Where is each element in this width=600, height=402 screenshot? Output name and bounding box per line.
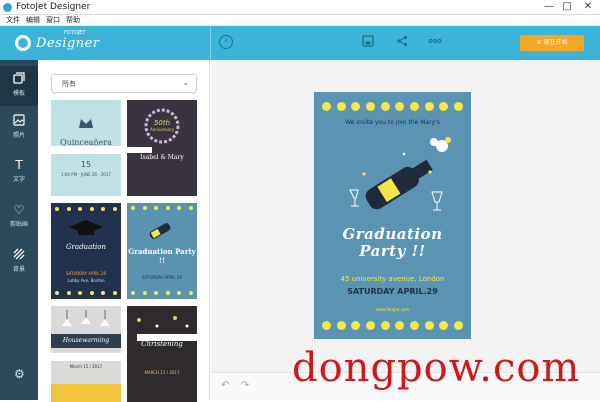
- title-bar: FotoJet Designer — □ ✕: [0, 0, 600, 15]
- template-icon: [12, 72, 26, 86]
- save-icon[interactable]: [361, 35, 375, 49]
- window-title: FotoJet Designer: [16, 2, 91, 12]
- headline-line-1: Graduation: [342, 225, 443, 243]
- template-title: Graduation Party !!: [128, 247, 196, 265]
- poster-address[interactable]: 45 university avenue, London: [314, 275, 471, 283]
- overlay-bar: [51, 146, 121, 154]
- maximize-button[interactable]: □: [558, 0, 576, 14]
- template-thumbnail[interactable]: Graduation Party !! SATURDAY APRIL.29: [127, 203, 197, 299]
- template-title: Christening: [141, 340, 183, 348]
- sidebar-item-label: 模板: [12, 90, 25, 97]
- undo-icon[interactable]: ↶: [221, 380, 229, 391]
- start-now-button[interactable]: ♛ 现在开始: [520, 35, 584, 51]
- app-logo[interactable]: FOTOJET Designer: [12, 30, 99, 54]
- settings-icon[interactable]: ⚙: [14, 367, 25, 381]
- sidebar-item-label: 照片: [12, 132, 25, 139]
- chevron-down-icon: ⌄: [182, 78, 189, 87]
- dots-row: [55, 291, 117, 295]
- logo-text: Designer: [36, 36, 100, 51]
- overlay-bar: [51, 353, 121, 361]
- template-date: March 15 / 2017: [69, 364, 103, 369]
- app-header: FOTOJET Designer ‹ ♛ 现在开始: [0, 26, 600, 60]
- lamp-icon: [51, 310, 121, 332]
- template-subtitle: Anniversary: [150, 127, 174, 132]
- window-controls: — □ ✕: [540, 0, 600, 14]
- template-thumbnail[interactable]: 50th Anniversary Isabel & Mary: [127, 100, 197, 196]
- photo-icon: [12, 114, 26, 128]
- tool-sidebar: 模板 照片 T 文字 ♡ 剪贴画 背景 ⚙: [0, 60, 38, 400]
- template-title: Graduation: [65, 243, 107, 251]
- sidebar-item-label: 背景: [12, 266, 25, 273]
- sidebar-item-photo[interactable]: 照片: [0, 108, 38, 148]
- menu-file[interactable]: 文件: [6, 15, 20, 25]
- app-icon: [3, 3, 12, 12]
- menu-edit[interactable]: 编辑: [26, 15, 40, 25]
- sofa-graphic: [51, 384, 121, 402]
- logo-mark-icon: [15, 35, 31, 51]
- template-subtitle: 1:00 PM · JUNE 26 · 2017: [61, 172, 111, 177]
- template-thumbnail[interactable]: Housewarming March 15 / 2017: [51, 306, 121, 402]
- template-title: Isabel & Mary: [140, 154, 184, 161]
- more-icon[interactable]: [428, 35, 442, 49]
- poster-headline[interactable]: Graduation Party !!: [314, 226, 471, 260]
- template-thumbnail[interactable]: Graduation SATURDAY APRIL 29 Lobby Ave, …: [51, 203, 121, 299]
- template-date: SATURDAY APRIL 29: [65, 271, 107, 276]
- dots-row: [131, 291, 193, 295]
- sidebar-item-label: 文字: [12, 176, 25, 183]
- template-number: 50th: [153, 119, 171, 127]
- crown-icon: [51, 114, 121, 132]
- watermark-text: dongpow.com: [292, 345, 581, 391]
- dots-row: [131, 206, 193, 210]
- sidebar-item-background[interactable]: 背景: [0, 242, 38, 282]
- poster-site[interactable]: www.fotojet.com: [314, 307, 471, 312]
- text-icon: T: [15, 158, 23, 172]
- poster-date[interactable]: SATURDAY APRIL.29: [314, 287, 471, 296]
- template-thumbnail[interactable]: Quinceañera 15 1:00 PM · JUNE 26 · 2017: [51, 100, 121, 196]
- template-thumbnail[interactable]: Christening MARCH 11 / 2017: [127, 306, 197, 402]
- template-title: Housewarming: [62, 337, 110, 344]
- template-subtitle: Lobby Ave, Boston: [67, 278, 105, 283]
- headline-line-2: Party !!: [359, 242, 426, 260]
- poster-invite-text[interactable]: We invite you to join the Mary's: [314, 119, 471, 126]
- share-icon[interactable]: [395, 35, 409, 49]
- template-number: 15: [80, 160, 92, 169]
- dots-row: [55, 207, 117, 211]
- sidebar-item-text[interactable]: T 文字: [0, 152, 38, 192]
- back-icon[interactable]: ‹: [219, 35, 233, 49]
- champagne-icon: [127, 215, 197, 245]
- crown-icon: ♛: [536, 39, 542, 46]
- template-panel: 所有 ⌄ Quinceañera 15 1:00 PM · JUNE 26 · …: [38, 60, 210, 402]
- template-date: MARCH 11 / 2017: [144, 370, 180, 375]
- redo-icon[interactable]: ↷: [241, 380, 249, 391]
- minimize-button[interactable]: —: [540, 0, 558, 14]
- graduation-cap-icon: [51, 217, 121, 241]
- overlay-bar: [127, 147, 152, 153]
- poster-dots-bottom: [322, 321, 463, 330]
- sidebar-item-template[interactable]: 模板: [0, 66, 38, 106]
- clipart-icon: ♡: [13, 203, 25, 217]
- poster-dots-top: [322, 102, 463, 111]
- sidebar-item-clipart[interactable]: ♡ 剪贴画: [0, 197, 38, 237]
- poster-canvas[interactable]: We invite you to join the Mary's Graduat…: [314, 92, 471, 339]
- start-now-label: 现在开始: [543, 39, 568, 46]
- overlay-bar: [137, 334, 197, 341]
- stars-decoration-icon: [127, 312, 197, 334]
- category-dropdown[interactable]: 所有 ⌄: [51, 74, 197, 93]
- menu-bar: 文件 编辑 窗口 帮助: [0, 15, 600, 26]
- sidebar-item-label: 剪贴画: [9, 221, 28, 228]
- menu-help[interactable]: 帮助: [66, 15, 80, 25]
- category-value: 所有: [62, 80, 76, 88]
- template-date: SATURDAY APRIL.29: [141, 275, 183, 280]
- menu-window[interactable]: 窗口: [46, 15, 60, 25]
- close-button[interactable]: ✕: [576, 0, 600, 14]
- header-divider: [210, 26, 211, 60]
- background-icon: [12, 248, 26, 262]
- champagne-bottle-icon[interactable]: [344, 132, 464, 217]
